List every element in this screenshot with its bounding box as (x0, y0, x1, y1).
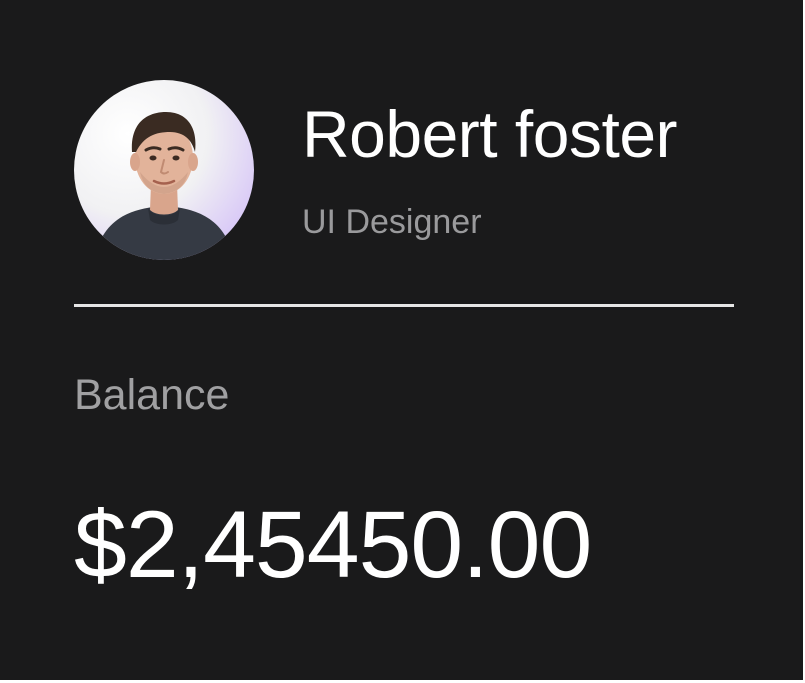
divider (74, 304, 734, 307)
balance-amount: $2,45450.00 (74, 492, 592, 598)
user-portrait-icon (94, 112, 234, 260)
profile-name: Robert foster (302, 97, 678, 171)
balance-label: Balance (74, 371, 230, 419)
profile-role: UI Designer (302, 203, 482, 241)
profile-balance-card: Robert foster UI Designer Balance $2,454… (0, 0, 805, 683)
avatar (74, 80, 254, 260)
